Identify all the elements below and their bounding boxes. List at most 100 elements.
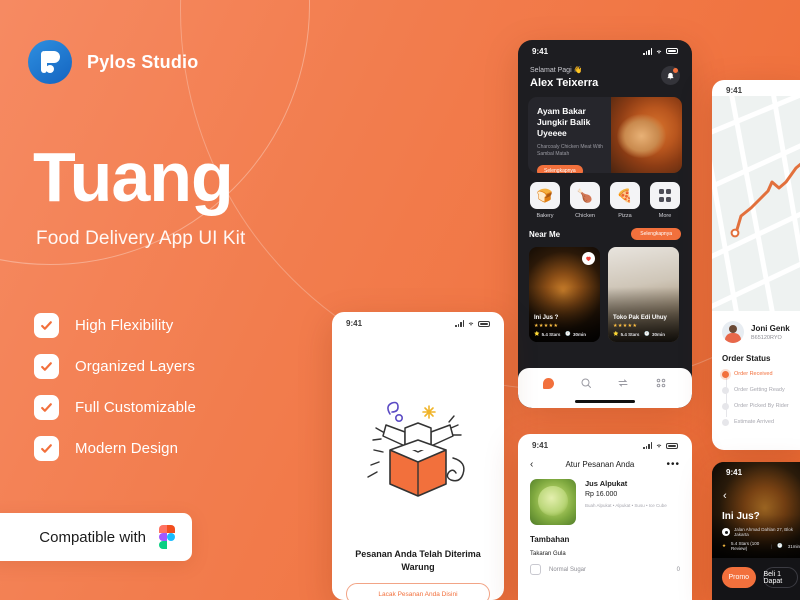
category-row: 🍞 Bakery 🍗 Chicken 🍕 Pizza More [518, 173, 692, 219]
home-icon[interactable] [542, 377, 554, 389]
buy-offer-button[interactable]: Beli 1 Dapat [762, 567, 798, 588]
status-bar: 9:41 [332, 312, 504, 330]
promo-image [611, 97, 682, 173]
delivery-time: 🕐 30min [644, 331, 665, 337]
avatar [722, 321, 744, 343]
address-text: Jalan Ahmad Dahlan 27, Blok Jakarta [734, 527, 794, 537]
category-more[interactable]: More [649, 182, 681, 219]
open-box-icon [332, 392, 504, 542]
driver-plate: B65120RYO [751, 334, 782, 341]
more-horizontal-icon[interactable]: ••• [666, 459, 680, 470]
phone-home-mockup: 9:41 Selamat Pagi 👋 Alex Teixerra Ayam B… [518, 40, 692, 408]
status-time: 9:41 [532, 441, 549, 450]
order-status-title: Order Status [722, 354, 771, 363]
bell-icon[interactable] [661, 66, 680, 85]
status-time: 9:41 [532, 46, 549, 56]
list-item: Modern Design [34, 436, 196, 461]
check-icon [34, 436, 59, 461]
status-step-label: Order Getting Ready [734, 387, 785, 393]
order-header: ‹ Atur Pesanan Anda ••• [518, 452, 692, 470]
transfer-icon[interactable] [617, 377, 629, 389]
section-title: Near Me [529, 229, 561, 239]
delivery-time: 🕐 30min [565, 331, 586, 337]
compatible-badge: Compatible with [0, 513, 192, 561]
rating-stars: ★★★★★ [613, 323, 638, 329]
search-icon[interactable] [580, 377, 592, 389]
near-me-more-button[interactable]: Selengkapnya [631, 228, 681, 240]
battery-icon [666, 48, 678, 54]
restaurant-meta: ⭐ 5.4 Stars 🕐 30min [534, 331, 596, 337]
category-bakery[interactable]: 🍞 Bakery [529, 182, 561, 219]
promo-card[interactable]: Ayam Bakar Jungkir Balik Uyeeee Charcoal… [528, 97, 682, 173]
favorite-icon[interactable] [582, 252, 595, 265]
signal-icon [643, 442, 652, 449]
greeting-text: Selamat Pagi 👋 [530, 67, 583, 74]
option-row[interactable]: Normal Sugar 0 [518, 557, 692, 575]
phone-detail-mockup: 9:41 ‹ Ini Jus? Jalan Ahmad Dahlan 27, B… [712, 462, 800, 600]
promo-title: Ayam Bakar Jungkir Balik Uyeeee [537, 106, 591, 139]
option-group-title: Takaran Gula [530, 551, 566, 557]
phone-tracking-mockup: 9:41 Joni Genk B65120RYO Order Status Or… [712, 80, 800, 450]
category-pizza[interactable]: 🍕 Pizza [609, 182, 641, 219]
greeting-header: Selamat Pagi 👋 Alex Teixerra [518, 58, 692, 89]
status-step: Order Received [722, 370, 798, 378]
promo-button[interactable]: Selengkapnya [537, 164, 583, 173]
status-step-label: Order Picked By Rider [734, 403, 789, 409]
page-title: Tuang [33, 138, 234, 216]
restaurant-card[interactable]: Ini Jus ? ★★★★★ ⭐ 5.4 Stars 🕐 30min [529, 247, 600, 342]
option-checkbox[interactable] [530, 564, 541, 575]
feature-label: High Flexibility [75, 317, 174, 334]
brand-name: Pylos Studio [87, 51, 199, 72]
detail-title: Ini Jus? [722, 511, 760, 522]
item-price: Rp 16.000 [585, 491, 618, 498]
status-time: 9:41 [726, 85, 743, 95]
driver-info: Joni Genk B65120RYO [722, 321, 798, 343]
item-description: Buah Alpukat • Alpukat • Susu • Ice Cube [585, 503, 667, 508]
rating-value: ⭐ 5.4 Stars [534, 331, 561, 337]
grid-icon[interactable] [655, 377, 667, 389]
left-panel: Pylos Studio Tuang Food Delivery App UI … [0, 0, 340, 600]
clock-icon: 🕐 [777, 543, 783, 548]
bakery-icon: 🍞 [530, 182, 560, 209]
pylos-logo-icon [28, 40, 72, 84]
received-text: Pesanan Anda Telah Diterima Warung [332, 542, 504, 574]
status-step: Estimate Arrived [722, 418, 798, 426]
item-name: Jus Alpukat [585, 479, 628, 488]
category-chicken[interactable]: 🍗 Chicken [569, 182, 601, 219]
wifi-icon [656, 444, 662, 448]
grid-more-icon [650, 182, 680, 209]
wifi-icon [656, 50, 662, 54]
user-name: Alex Teixerra [530, 77, 599, 89]
status-icons [643, 47, 678, 55]
restaurant-meta: ⭐ 5.4 Stars 🕐 30min [613, 331, 675, 337]
status-icons [643, 442, 678, 449]
pizza-icon: 🍕 [610, 182, 640, 209]
check-icon [34, 395, 59, 420]
status-time: 9:41 [346, 319, 363, 328]
promo-description: Charcoaly Chicken Meat With Sambal Matah [537, 143, 603, 158]
location-pin-icon [722, 528, 730, 536]
battery-icon [666, 442, 678, 449]
battery-icon [478, 320, 490, 327]
track-order-button[interactable]: Lacak Pesanan Anda Disini [346, 583, 490, 600]
restaurant-card[interactable]: Toko Pak Edi Uhuy ★★★★★ ⭐ 5.4 Stars 🕐 30… [608, 247, 679, 342]
rating-stars: ★★★★★ [534, 323, 559, 329]
feature-list: High Flexibility Organized Layers Full C… [34, 313, 196, 461]
check-icon [34, 354, 59, 379]
star-icon: ★ [722, 543, 727, 548]
order-status-steps: Order Received Order Getting Ready Order… [722, 370, 798, 426]
map-route-icon[interactable] [712, 96, 800, 311]
phone-order-config-mockup: 9:41 ‹ Atur Pesanan Anda ••• Jus Alpukat… [518, 434, 692, 600]
rating-text: 5.4 Stars (100 Review) [731, 541, 760, 551]
chevron-left-icon[interactable]: ‹ [530, 459, 533, 470]
list-item: Full Customizable [34, 395, 196, 420]
feature-label: Organized Layers [75, 358, 195, 375]
chevron-left-icon[interactable]: ‹ [723, 490, 727, 502]
order-item: Jus Alpukat Rp 16.000 Buah Alpukat • Alp… [518, 470, 692, 525]
promo-button[interactable]: Promo [722, 567, 756, 588]
wifi-icon [468, 322, 474, 326]
page-title: Atur Pesanan Anda [565, 460, 635, 469]
category-label: Chicken [575, 213, 595, 219]
time-text: 31min [787, 543, 800, 549]
status-bar: 9:41 [712, 462, 800, 478]
